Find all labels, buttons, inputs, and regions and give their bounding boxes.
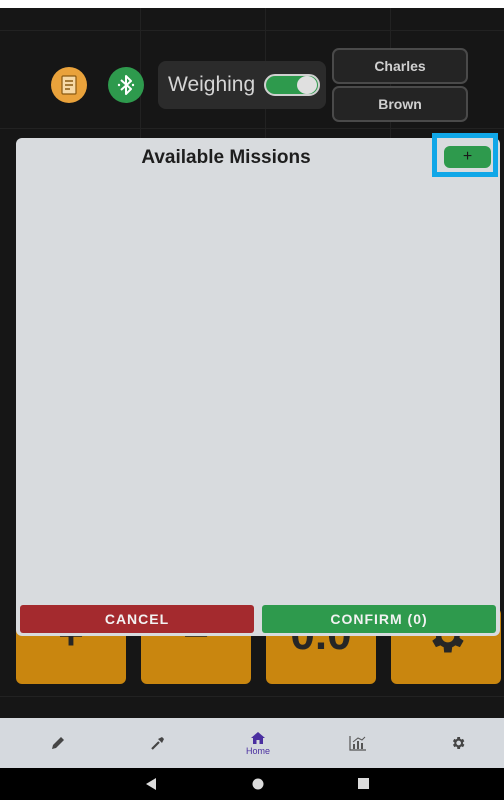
grid-line [0,30,504,31]
back-icon[interactable] [146,778,158,790]
home-icon [251,731,265,744]
weighing-toggle[interactable] [264,74,320,96]
pencil-icon [52,737,64,749]
recents-icon[interactable] [358,778,369,789]
tool-icon [151,737,164,750]
weighing-label: Weighing [168,73,256,96]
nav-item-edit[interactable] [8,718,108,768]
cancel-button[interactable]: CANCEL [20,605,254,633]
nav-item-settings[interactable] [408,718,504,768]
nav-home-label: Home [245,745,270,756]
nav-item-home[interactable]: Home [208,718,308,768]
first-name-field[interactable]: Charles [332,48,468,84]
system-navigation-bar [0,768,504,800]
status-bar [0,0,504,8]
chart-icon [349,736,366,751]
home-circle-icon[interactable] [252,778,264,790]
print-button[interactable] [51,67,87,103]
add-mission-button[interactable]: + [444,146,491,168]
dialog-title: Available Missions [141,147,311,168]
nav-item-stats[interactable] [308,718,408,768]
bottom-navigation: Home [0,718,504,768]
toggle-knob [297,76,317,94]
nav-item-tools[interactable] [108,718,208,768]
gear-icon [452,737,465,749]
last-name-field[interactable]: Brown [332,86,468,122]
confirm-button[interactable]: CONFIRM (0) [262,605,496,633]
receipt-icon [61,75,77,95]
bluetooth-icon [117,75,135,95]
weighing-control: Weighing [158,61,326,109]
grid-line [0,696,504,697]
bluetooth-button[interactable] [108,67,144,103]
grid-line [0,128,504,129]
missions-dialog: Available Missions + CANCEL CONFIRM (0) [16,133,500,636]
